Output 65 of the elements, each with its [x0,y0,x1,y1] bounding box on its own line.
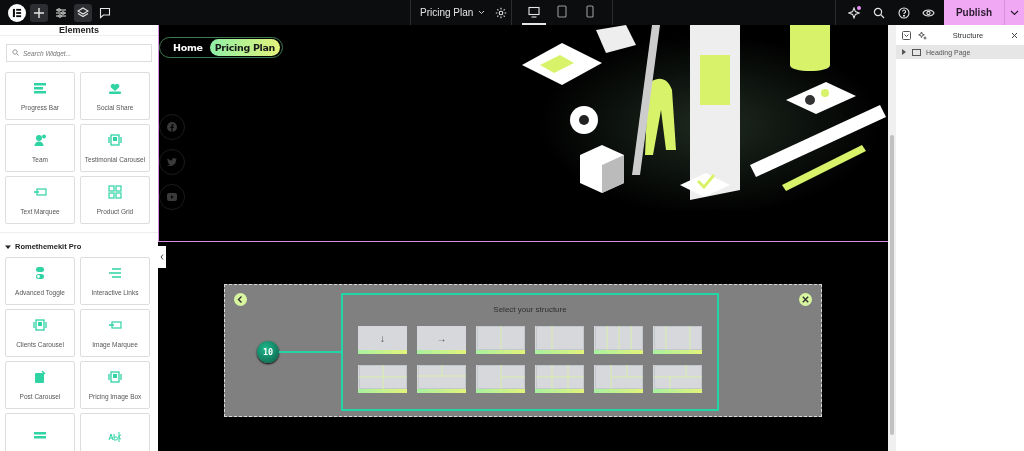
column-layout-drawing [476,326,525,350]
text-icon [108,430,122,444]
search-button[interactable] [871,5,886,20]
twitter-icon[interactable] [167,157,177,167]
publish-options-button[interactable] [1004,0,1024,25]
facebook-icon[interactable] [167,122,177,132]
layers-icon [77,6,89,19]
sliders-icon [55,6,67,19]
marquee-icon [33,185,47,199]
column-layout-drawing [594,365,643,389]
document-title-dropdown[interactable]: Pricing Plan [420,7,486,18]
chevron-icon [160,254,164,260]
caret-icon [1010,9,1019,16]
carousel-icon [33,318,47,332]
column-layout-drawing [417,365,466,389]
close-button[interactable] [1009,30,1019,40]
container-icon [912,48,921,56]
scrollbar-thumb[interactable] [890,135,894,435]
back-button[interactable] [234,293,247,306]
column-layout-drawing [653,326,702,350]
help-button[interactable] [896,5,911,20]
progress-bars-icon [33,81,47,95]
eye-icon [922,7,935,18]
column-layout-drawing [653,365,702,389]
picker-title: Select your structure [493,305,567,314]
structure-preset[interactable]: → [417,326,466,354]
comment-icon [99,6,111,19]
marquee-icon [108,318,122,332]
post-icon [33,370,47,384]
plus-icon [33,6,45,19]
step-badge: 10 [257,340,279,363]
people-icon [33,133,47,147]
publish-button[interactable]: Publish [944,0,1004,25]
collapse-panel-button[interactable] [158,246,166,268]
structure-preset[interactable]: ↓ [358,326,407,354]
column-layout-drawing [594,326,643,350]
column-layout-drawing [535,365,584,389]
sparkle-button[interactable] [917,30,927,40]
breadcrumb-link[interactable]: Pricing Plan [209,39,281,56]
carousel-icon [108,370,122,384]
grid-icon [108,185,122,199]
tablet-icon [557,5,567,18]
carousel-icon [108,133,122,147]
desktop-icon [528,5,540,18]
breadcrumb-link[interactable]: Home [168,39,208,56]
collapse-all-button[interactable] [901,30,911,40]
links-list-icon [108,266,122,280]
search-icon [872,6,885,19]
caret-icon [478,10,486,15]
youtube-icon[interactable] [167,193,177,201]
column-layout-drawing [476,365,525,389]
heart-icon [108,81,122,95]
phone-icon [586,5,594,18]
help-icon [897,6,910,19]
toggle-icon [33,266,47,280]
column-layout-drawing [358,365,407,389]
column-layout-drawing [535,326,584,350]
logo-icon[interactable] [8,1,26,24]
layers-button[interactable] [74,3,92,22]
add-button[interactable] [30,3,48,22]
sparkle-icon [847,6,860,19]
panel-title: Elements [0,25,158,36]
search-icon [12,49,19,56]
gear-icon [495,6,508,19]
close-button[interactable] [799,293,812,306]
